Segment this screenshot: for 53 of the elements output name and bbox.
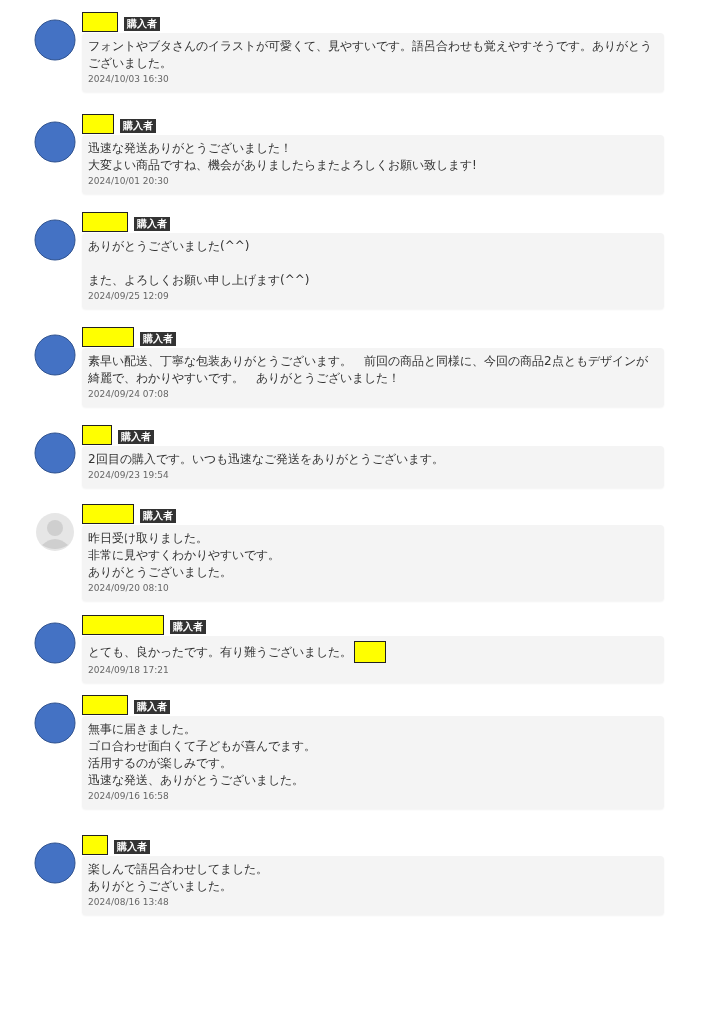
comment-date: 2024/09/16 16:58: [88, 790, 170, 802]
comment-line: 楽しんで語呂合わせしてました。: [88, 861, 268, 878]
comment-line: 大変よい商品ですね、機会がありましたらまたよろしくお願い致します!: [88, 157, 477, 174]
avatar: [34, 511, 76, 553]
comment-line: ありがとうございました(^^): [88, 238, 251, 255]
buyer-badge: 購入者: [114, 840, 150, 854]
comment-line: 昨日受け取りました。: [88, 530, 209, 547]
comment-date: 2024/10/01 20:30: [88, 175, 170, 187]
avatar: [34, 432, 76, 474]
avatar: [34, 334, 76, 376]
comment-line: また、よろしくお願い申し上げます(^^): [88, 272, 310, 289]
buyer-badge: 購入者: [170, 620, 206, 634]
redaction-box: [354, 641, 386, 663]
buyer-badge: 購入者: [118, 430, 154, 444]
avatar: [34, 121, 76, 163]
redaction-box: [82, 212, 128, 232]
comment-line: フォントやブタさんのイラストが可愛くて、見やすいです。語呂合わせも覚えやすそうです。ありがとうございました。: [88, 38, 653, 72]
comment-date: 2024/09/23 19:54: [88, 469, 170, 481]
avatar: [34, 702, 76, 744]
buyer-badge: 購入者: [140, 509, 176, 523]
comment-line: 迅速な発送ありがとうございました！: [88, 140, 293, 157]
comment-line: ゴロ合わせ面白くて子どもが喜んでます。: [88, 738, 316, 755]
comment-line: 迅速な発送、ありがとうございました。: [88, 772, 305, 789]
redaction-box: [82, 12, 118, 32]
avatar: [34, 622, 76, 664]
avatar: [34, 19, 76, 61]
comment-line: 素早い配送、丁寧な包装ありがとうございます。 前回の商品と同様に、今回の商品2点ともデザインが綺麗で、わかりやすいです。 ありがとうございました！: [88, 353, 649, 387]
comment-line: とても、良かったです。有り難うございました。: [88, 643, 352, 661]
comment-date: 2024/09/20 08:10: [88, 582, 170, 594]
redaction-box: [82, 114, 114, 134]
comment-date: 2024/09/18 17:21: [88, 664, 170, 676]
comment-line: 非常に見やすくわかりやすいです。: [88, 547, 280, 564]
comment-line: ありがとうございました。: [88, 878, 233, 895]
redaction-box: [82, 425, 112, 445]
comment-line: 2回目の購入です。いつも迅速なご発送をありがとうございます。: [88, 451, 444, 468]
avatar: [34, 219, 76, 261]
redaction-box: [82, 695, 128, 715]
buyer-badge: 購入者: [120, 119, 156, 133]
buyer-badge: 購入者: [134, 217, 170, 231]
comment-date: 2024/08/16 13:48: [88, 896, 170, 908]
comment-line: 活用するのが楽しみです。: [88, 755, 233, 772]
buyer-badge: 購入者: [134, 700, 170, 714]
redaction-box: [82, 327, 134, 347]
comment-date: 2024/09/24 07:08: [88, 388, 170, 400]
avatar: [34, 842, 76, 884]
comment-date: 2024/09/25 12:09: [88, 290, 170, 302]
redaction-box: [82, 835, 108, 855]
buyer-badge: 購入者: [140, 332, 176, 346]
comment-line: ありがとうございました。: [88, 564, 233, 581]
comment-line: 無事に届きました。: [88, 721, 197, 738]
buyer-badge: 購入者: [124, 17, 160, 31]
redaction-box: [82, 504, 134, 524]
comment-date: 2024/10/03 16:30: [88, 73, 170, 85]
